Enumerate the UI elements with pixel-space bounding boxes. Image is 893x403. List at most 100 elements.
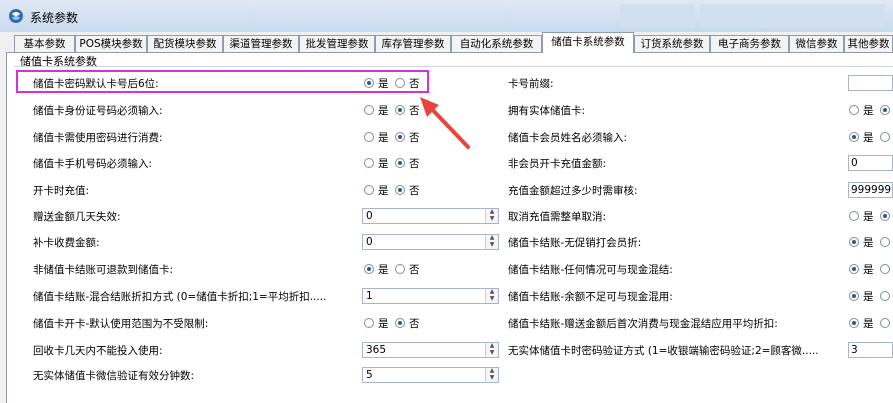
radio-yes[interactable] [849,211,859,221]
tab-stored-value-card[interactable]: 储值卡系统参数 [542,32,634,53]
stepper-buttons[interactable]: ▲ ▼ [485,343,498,357]
text-field[interactable]: 0 [848,155,893,171]
radio-yes[interactable] [364,185,374,195]
radio-yes-label: 是 [863,264,874,276]
chevron-down-icon[interactable]: ▼ [488,242,496,248]
radio-no-label: 否 [409,185,420,197]
radio-yes[interactable] [364,132,374,142]
setting-label: 回收卡几天内不能投入使用: [33,345,163,357]
setting-label: 非储值卡结账可退款到储值卡: [33,264,174,276]
radio-no[interactable] [880,132,890,142]
setting-label: 无实体储值卡时密码验证方式 (1=收银端输密码验证;2=顾客微..... [508,345,819,357]
chevron-down-icon[interactable]: ▼ [488,296,496,302]
radio-yes[interactable] [364,158,374,168]
radio-yes-label: 是 [378,158,389,170]
radio-yes-label: 是 [863,237,874,249]
window-title: 系统参数 [30,11,79,25]
radio-yes-label: 是 [378,185,389,197]
chevron-down-icon[interactable]: ▼ [488,216,496,222]
group-divider [14,66,893,67]
stepper-buttons[interactable]: ▲ ▼ [485,209,498,223]
arrow-icon [420,97,470,149]
tab-inventory[interactable]: 库存管理参数 [375,35,451,52]
number-stepper[interactable]: 5 ▲ ▼ [362,367,499,383]
radio-yes-label: 是 [378,132,389,144]
radio-no[interactable] [395,158,405,168]
chevron-down-icon[interactable]: ▼ [488,350,496,356]
radio-no[interactable] [395,318,405,328]
setting-label: 储值卡会员姓名必须输入: [508,132,628,144]
radio-yes-label: 是 [863,132,874,144]
radio-yes-label: 是 [378,264,389,276]
radio-yes[interactable] [849,318,859,328]
stepper-buttons[interactable]: ▲ ▼ [485,235,498,249]
tab-bar: 基本参数 POS模块参数 配货模块参数 渠道管理参数 批发管理参数 库存管理参数… [0,32,893,53]
highlight-box [16,70,429,93]
radio-yes[interactable] [364,105,374,115]
tab-basic[interactable]: 基本参数 [14,35,75,52]
radio-no[interactable] [395,132,405,142]
radio-no[interactable] [880,318,890,328]
tab-automation[interactable]: 自动化系统参数 [451,35,542,52]
tab-other[interactable]: 其他参数 [844,35,893,52]
radio-no[interactable] [880,291,890,301]
radio-no[interactable] [880,237,890,247]
chevron-down-icon[interactable]: ▼ [488,375,496,381]
stepper-value: 0 [366,210,373,222]
text-field[interactable]: 99999999 [848,182,893,198]
radio-no[interactable] [395,185,405,195]
tab-pos[interactable]: POS模块参数 [75,35,147,52]
stepper-value: 5 [366,369,373,381]
setting-label: 储值卡结账-赠送金额后首次消费与现金混结应用平均折扣: [508,318,778,330]
setting-label: 储值卡身份证号码必须输入: [33,105,163,117]
radio-no[interactable] [880,264,890,274]
text-field[interactable] [848,75,893,91]
radio-yes-label: 是 [863,291,874,303]
app-icon [9,9,23,23]
radio-yes-label: 是 [863,105,874,117]
number-stepper[interactable]: 1 ▲ ▼ [362,288,499,304]
radio-no[interactable] [880,105,890,115]
stepper-value: 365 [366,344,387,356]
radio-yes[interactable] [364,318,374,328]
setting-label: 非会员开卡充值金额: [508,158,607,170]
tab-ordering[interactable]: 订货系统参数 [634,35,710,52]
radio-no[interactable] [395,105,405,115]
radio-yes[interactable] [849,237,859,247]
radio-yes-label: 是 [863,211,874,223]
radio-yes-label: 是 [863,318,874,330]
setting-label: 赠送金额几天失效: [33,211,121,223]
titlebar-blur [620,4,695,28]
radio-no[interactable] [395,264,405,274]
setting-label: 补卡收费金额: [33,237,100,249]
radio-yes[interactable] [849,291,859,301]
setting-label: 拥有实体储值卡: [508,105,586,117]
setting-label: 开卡时充值: [33,185,90,197]
radio-yes-label: 是 [378,105,389,117]
radio-no-label: 否 [409,264,420,276]
stepper-buttons[interactable]: ▲ ▼ [485,368,498,382]
radio-no[interactable] [880,211,890,221]
setting-label: 充值金额超过多少时需审核: [508,185,638,197]
number-stepper[interactable]: 0 ▲ ▼ [362,208,499,224]
radio-no-label: 否 [409,158,420,170]
setting-label: 储值卡结账-无促销打会员折: [508,237,642,249]
tab-channel[interactable]: 渠道管理参数 [223,35,299,52]
setting-label: 储值卡结账-混合结账折扣方式 (0=储值卡折扣;1=平均折扣..... [33,291,327,303]
tab-distribution[interactable]: 配货模块参数 [147,35,223,52]
tab-ecommerce[interactable]: 电子商务参数 [710,35,789,52]
window-titlebar: 系统参数 [0,0,893,32]
stepper-buttons[interactable]: ▲ ▼ [485,289,498,303]
radio-yes[interactable] [849,264,859,274]
setting-label: 储值卡开卡-默认使用范围为不受限制: [33,318,209,330]
tab-wechat[interactable]: 微信参数 [789,35,844,52]
setting-label: 储值卡结账-余额不足可与现金混用: [508,291,673,303]
text-field[interactable]: 3 [848,342,893,358]
radio-yes[interactable] [849,132,859,142]
radio-yes[interactable] [849,105,859,115]
number-stepper[interactable]: 365 ▲ ▼ [362,342,499,358]
tab-wholesale[interactable]: 批发管理参数 [299,35,375,52]
number-stepper[interactable]: 0 ▲ ▼ [362,234,499,250]
setting-label: 储值卡需使用密码进行消费: [33,132,163,144]
radio-yes[interactable] [364,264,374,274]
